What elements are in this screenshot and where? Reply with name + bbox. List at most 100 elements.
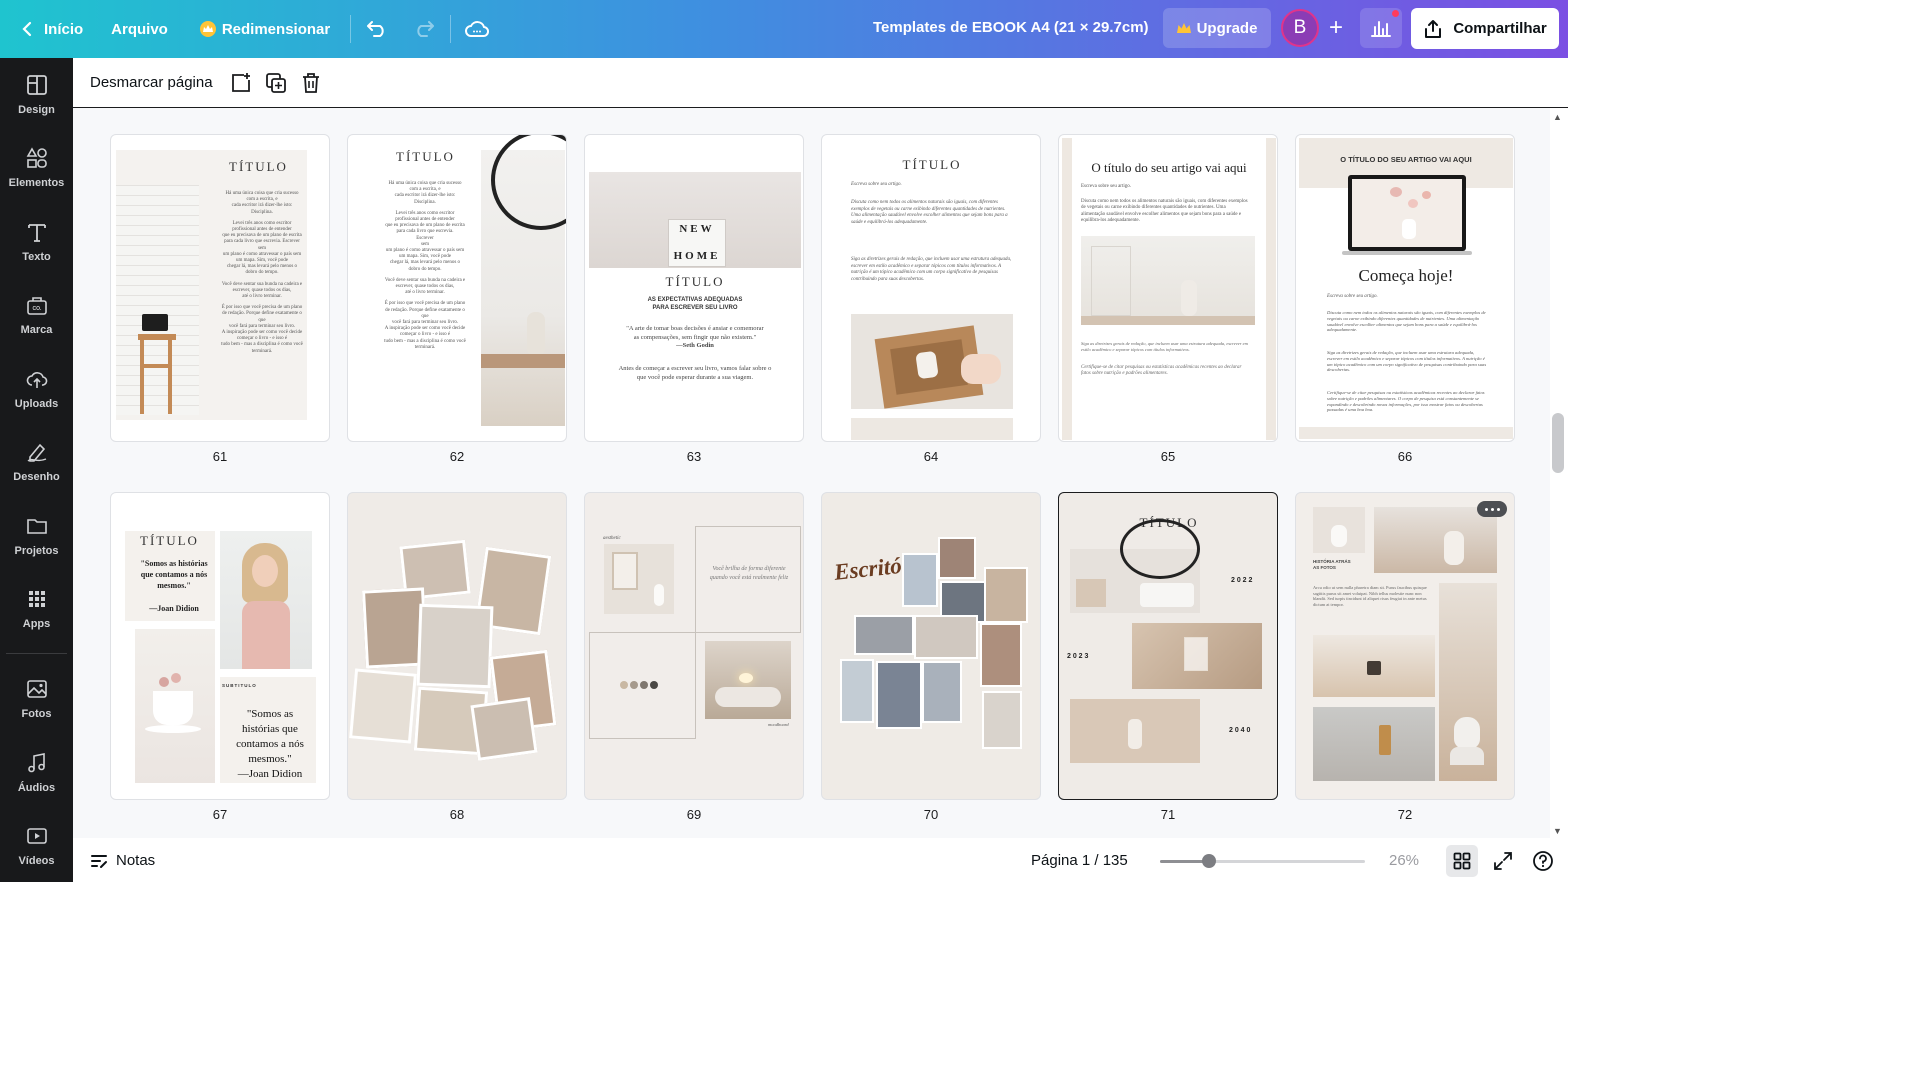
help-icon[interactable]	[1531, 849, 1555, 873]
sidebar-item-projects[interactable]: Projetos	[0, 506, 73, 566]
document-title[interactable]: Templates de EBOOK A4 (21 × 29.7cm)	[873, 19, 1149, 36]
scroll-down-arrow-icon[interactable]: ▼	[1553, 826, 1562, 836]
sidebar-item-uploads[interactable]: Uploads	[0, 359, 73, 419]
vase-photo	[1313, 507, 1365, 553]
sidebar-item-draw[interactable]: Desenho	[0, 432, 73, 492]
lightbox-sign-photo: NEW HOME	[589, 172, 801, 268]
page-thumbnail-64[interactable]: TÍTULO Escreva sobre seu artigo. Discuta…	[821, 134, 1041, 442]
share-label: Compartilhar	[1453, 20, 1547, 37]
body-text-1: Discuta como nem todos os alimentos natu…	[851, 200, 1008, 225]
page-thumbnail-66[interactable]: O TÍTULO DO SEU ARTIGO VAI AQUI Começa h…	[1295, 134, 1515, 442]
page-thumbnail-62[interactable]: TÍTULO Há uma única coisa que cria suces…	[347, 134, 567, 442]
analytics-button[interactable]	[1360, 8, 1402, 48]
sidebar-item-brand[interactable]: CO. Marca	[0, 285, 73, 345]
avatar[interactable]: B	[1281, 9, 1319, 47]
footer-band	[851, 418, 1013, 440]
page-number: 62	[449, 449, 465, 464]
add-page-icon[interactable]	[227, 69, 255, 97]
sidebar-item-audio[interactable]: Áudios	[0, 743, 73, 803]
headline: Começa hoje!	[1358, 266, 1454, 285]
intro-text: Escreva sobre seu artigo.	[1081, 184, 1131, 189]
page-number: 68	[449, 807, 465, 822]
page-subtitle: AS EXPECTATIVAS ADEQUADAS PARA ESCREVER S…	[647, 297, 743, 311]
vertical-scrollbar[interactable]	[1550, 108, 1568, 838]
notes-button[interactable]: Notas	[90, 852, 155, 869]
grid-view-button[interactable]	[1446, 845, 1478, 877]
page-thumbnail-72[interactable]: HISTÓRIA ATRÁS AS FOTOS Arcu odio ut sem…	[1295, 492, 1515, 800]
year-label: 2 0 2 3	[1067, 653, 1089, 660]
redo-icon[interactable]	[404, 9, 444, 49]
office-photo	[938, 537, 976, 579]
aesthetic-tag: aesthetic	[603, 536, 621, 541]
page-thumbnail-67[interactable]: TÍTULO "Somos as histórias que contamos …	[110, 492, 330, 800]
share-button[interactable]: Compartilhar	[1411, 8, 1559, 49]
intro-text: Escreva sobre seu artigo.	[1327, 294, 1378, 299]
scroll-up-arrow-icon[interactable]: ▲	[1553, 112, 1562, 122]
frame-vase-photo	[604, 544, 674, 614]
footer-band	[1299, 427, 1513, 439]
photo-icon	[26, 678, 48, 703]
chevron-left-icon	[22, 21, 32, 37]
page-number: 63	[686, 449, 702, 464]
page-body-text: Há uma única coisa que cria sucesso com a…	[384, 181, 466, 350]
upgrade-button[interactable]: Upgrade	[1163, 8, 1271, 48]
cloud-save-icon[interactable]	[457, 9, 497, 49]
file-menu-button[interactable]: Arquivo	[99, 9, 180, 49]
more-options-button[interactable]	[1477, 501, 1507, 517]
sign-text-home: HOME	[673, 250, 721, 262]
office-photo	[840, 659, 874, 723]
sidebar-item-elements[interactable]: Elementos	[0, 138, 73, 198]
sidebar-item-label: Marca	[20, 324, 53, 336]
page-thumbnail-71[interactable]: TÍTULO 2 0 2 2 2 0 2 3 2 0 4 0	[1058, 492, 1278, 800]
sidebar-item-photos[interactable]: Fotos	[0, 669, 73, 729]
zoom-slider-knob[interactable]	[1202, 854, 1217, 868]
office-photo	[922, 661, 962, 723]
laptop-flowers-photo	[1342, 175, 1472, 255]
body-text-3: Certifique-se de citar pesquisas ou esta…	[1081, 365, 1242, 377]
sidebar-item-apps[interactable]: Apps	[0, 579, 73, 639]
page-thumbnail-63[interactable]: NEW HOME TÍTULO AS EXPECTATIVAS ADEQUADA…	[584, 134, 804, 442]
sidebar-item-videos[interactable]: Vídeos	[0, 816, 73, 876]
undo-icon[interactable]	[357, 9, 397, 49]
delete-page-icon[interactable]	[297, 69, 325, 97]
folder-icon	[26, 515, 48, 540]
music-icon	[26, 752, 48, 777]
bottom-bar: Notas Página 1 / 135 26%	[73, 840, 1568, 882]
shapes-icon	[26, 147, 48, 172]
upload-cloud-icon	[26, 368, 48, 393]
chair-laptop-photo	[138, 310, 180, 415]
side-band	[1062, 138, 1072, 440]
share-upload-icon	[1423, 19, 1443, 39]
scrollbar-thumb[interactable]	[1552, 413, 1564, 473]
sidebar-item-text[interactable]: Texto	[0, 212, 73, 272]
page-thumbnail-68[interactable]	[347, 492, 567, 800]
page-thumbnail-65[interactable]: O título do seu artigo vai aqui Escreva …	[1058, 134, 1278, 442]
resize-button[interactable]: Redimensionar	[188, 9, 342, 49]
add-collaborator-icon[interactable]: +	[1319, 11, 1353, 45]
sign-text-new: NEW	[679, 223, 715, 235]
upgrade-label: Upgrade	[1196, 19, 1258, 37]
page-thumbnail-70[interactable]: Escritório	[821, 492, 1041, 800]
home-button[interactable]: Início	[10, 9, 95, 49]
brand-icon: CO.	[26, 294, 48, 319]
perfume-photo	[1132, 623, 1262, 689]
page-thumbnail-61[interactable]: TÍTULO Há uma única coisa que cria suces…	[110, 134, 330, 442]
unmark-page-button[interactable]: Desmarcar página	[90, 74, 213, 91]
zoom-level[interactable]: 26%	[1389, 852, 1419, 869]
story-body: Arcu odio ut sem nulla pharetra diam sit…	[1313, 585, 1427, 607]
office-photo	[876, 661, 922, 729]
sidebar-item-design[interactable]: Design	[0, 65, 73, 125]
quote-text: Você brilha de forma diferente quando vo…	[709, 566, 789, 581]
cup-macarons-photo	[135, 629, 215, 783]
page-thumbnail-69[interactable]: aesthetic Você brilha de forma diferente…	[584, 492, 804, 800]
quote-author-big: —Joan Didion	[237, 768, 303, 780]
page-number: 71	[1160, 807, 1176, 822]
intro-text: Escreva sobre seu artigo.	[851, 182, 902, 187]
page-counter[interactable]: Página 1 / 135	[1031, 852, 1128, 869]
fullscreen-icon[interactable]	[1491, 849, 1515, 873]
svg-text:CO.: CO.	[32, 306, 42, 312]
office-photo	[914, 615, 978, 659]
duplicate-page-icon[interactable]	[262, 69, 290, 97]
sidebar-item-label: Projetos	[14, 545, 59, 557]
page-number: 64	[923, 449, 939, 464]
